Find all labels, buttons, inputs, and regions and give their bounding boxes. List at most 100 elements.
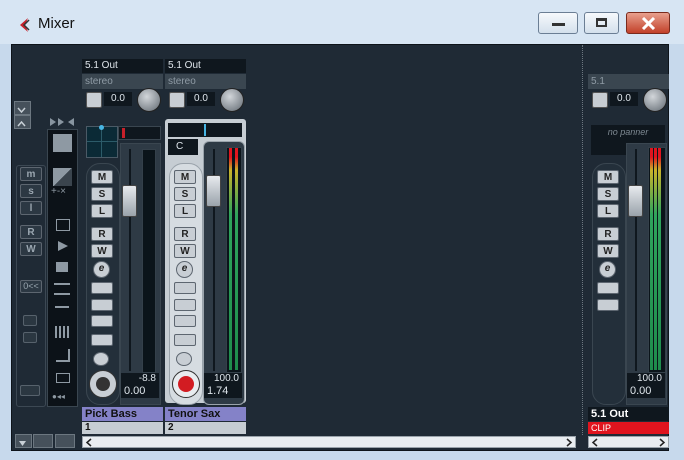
fader-value-2[interactable]: 1.74 — [204, 385, 242, 398]
mute-button-1[interactable]: M — [91, 170, 113, 184]
edit-channel-button-1[interactable]: e — [93, 261, 110, 278]
edit-channel-button-2[interactable]: e — [176, 261, 193, 278]
bottom-tool-button-1[interactable] — [33, 434, 53, 448]
solo-button-2[interactable]: S — [174, 187, 196, 201]
strip-icon[interactable] — [55, 306, 69, 317]
fader-peak-2: 100.0 — [204, 373, 242, 385]
paste-icon[interactable] — [23, 332, 37, 343]
monitor-speaker-icon[interactable] — [93, 352, 109, 366]
master-write-button[interactable]: W — [597, 244, 619, 258]
pan-slider-2[interactable] — [168, 123, 242, 137]
master-mute-button[interactable]: M — [597, 170, 619, 184]
collapse-down-button[interactable] — [14, 101, 31, 115]
output-icon[interactable] — [56, 373, 70, 383]
channel-name-1[interactable]: Pick Bass — [82, 407, 163, 421]
clip-indicator[interactable]: CLIP — [588, 422, 669, 434]
pan-value-2[interactable]: C — [168, 139, 198, 155]
channel-scrollbar[interactable] — [82, 436, 576, 448]
listen-button-1[interactable]: L — [91, 204, 113, 218]
bottom-tool-button-2[interactable] — [55, 434, 75, 448]
listen-button-2[interactable]: L — [174, 204, 196, 218]
write-button-2[interactable]: W — [174, 244, 196, 258]
insert-icon[interactable] — [56, 262, 68, 272]
view-listen-button[interactable]: l — [20, 201, 42, 215]
gain-knob-icon[interactable] — [643, 88, 667, 112]
fader-value-1[interactable]: 0.00 — [121, 385, 159, 398]
collapse-up-button[interactable] — [14, 115, 31, 129]
volume-fader-1[interactable] — [122, 185, 137, 217]
pan-slider-1[interactable] — [118, 126, 161, 140]
master-edit-button[interactable]: e — [599, 261, 616, 278]
rack-add-remove-icon[interactable]: +-× — [51, 186, 66, 197]
phase-icon[interactable] — [169, 92, 185, 108]
output-routing-1[interactable]: 5.1 Out — [82, 59, 163, 73]
gain-knob-icon[interactable] — [220, 88, 244, 112]
insert-bypass-icon[interactable] — [597, 282, 619, 294]
phase-icon[interactable] — [86, 92, 102, 108]
cue-icon[interactable] — [56, 349, 70, 362]
close-button[interactable] — [626, 12, 670, 34]
eq-bypass-icon[interactable] — [91, 299, 113, 311]
master-read-button[interactable]: R — [597, 227, 619, 241]
view-mute-button[interactable]: m — [20, 167, 42, 181]
scroll-right-icon[interactable] — [657, 438, 667, 447]
gain-knob-icon[interactable] — [137, 88, 161, 112]
level-meter-2 — [226, 147, 242, 373]
read-button-1[interactable]: R — [91, 227, 113, 241]
solo-button-1[interactable]: S — [91, 187, 113, 201]
insert-bypass-icon[interactable] — [174, 282, 196, 294]
master-fader-peak: 100.0 — [627, 373, 665, 385]
input-icon[interactable] — [56, 219, 70, 231]
record-enable-button-1[interactable] — [89, 370, 117, 398]
minimize-button[interactable] — [538, 12, 578, 34]
phase-value-1[interactable]: 0.0 — [104, 92, 132, 106]
volume-fader-2[interactable] — [206, 175, 221, 207]
master-solo-button[interactable]: S — [597, 187, 619, 201]
master-scrollbar[interactable] — [588, 436, 669, 448]
play-icon[interactable] — [56, 239, 70, 253]
read-button-2[interactable]: R — [174, 227, 196, 241]
phase-value-2[interactable]: 0.0 — [187, 92, 215, 106]
write-button-1[interactable]: W — [91, 244, 113, 258]
rack-scroll-icon[interactable]: ●◂◂ — [52, 392, 65, 401]
view-read-button[interactable]: R — [20, 225, 42, 239]
view-solo-button[interactable]: s — [20, 184, 42, 198]
piano-keys-icon[interactable] — [174, 334, 196, 346]
rack-toggle-icon[interactable] — [53, 168, 72, 186]
copy-icon[interactable] — [23, 315, 37, 326]
reset-zero-button[interactable]: 0<< — [20, 280, 42, 293]
maximize-button[interactable] — [584, 12, 619, 34]
insert-bypass-icon[interactable] — [91, 282, 113, 294]
eq-bypass-icon[interactable] — [174, 299, 196, 311]
sends-bypass-icon[interactable] — [91, 315, 113, 327]
view-write-button[interactable]: W — [20, 242, 42, 256]
mute-button-2[interactable]: M — [174, 170, 196, 184]
output-routing-2[interactable]: 5.1 Out — [165, 59, 246, 73]
channel-strip-2: 5.1 Out stereo 0.0 C M S L R W e 100.0 1… — [165, 59, 247, 435]
scroll-left-icon[interactable] — [84, 438, 94, 447]
rack-toolbar: +-× ●◂◂ — [47, 129, 78, 407]
eq-icon[interactable] — [54, 283, 70, 295]
bottom-collapse-button[interactable] — [15, 434, 32, 448]
sends-bypass-icon[interactable] — [174, 315, 196, 327]
monitor-speaker-icon[interactable] — [176, 352, 192, 366]
eq-bypass-icon[interactable] — [597, 299, 619, 311]
phase-icon[interactable] — [592, 92, 608, 108]
title-bar[interactable]: Mixer — [0, 0, 684, 44]
routing-icon[interactable] — [20, 385, 40, 396]
rack-grid-icon[interactable] — [53, 134, 72, 152]
rack-expand-arrows[interactable] — [48, 115, 76, 127]
master-phase-value[interactable]: 0.0 — [610, 92, 638, 106]
sends-icon[interactable] — [55, 326, 69, 338]
master-fader-value[interactable]: 0.00 — [627, 385, 665, 398]
channel-name-2[interactable]: Tenor Sax — [165, 407, 246, 421]
output-splitter[interactable] — [582, 45, 583, 435]
record-enable-button-2[interactable] — [172, 370, 200, 398]
panner-display-1[interactable] — [86, 125, 118, 158]
piano-keys-icon[interactable] — [91, 334, 113, 346]
scroll-right-icon[interactable] — [564, 438, 574, 447]
master-listen-button[interactable]: L — [597, 204, 619, 218]
master-volume-fader[interactable] — [628, 185, 643, 217]
master-name[interactable]: 5.1 Out — [588, 407, 669, 421]
scroll-left-icon[interactable] — [590, 438, 600, 447]
